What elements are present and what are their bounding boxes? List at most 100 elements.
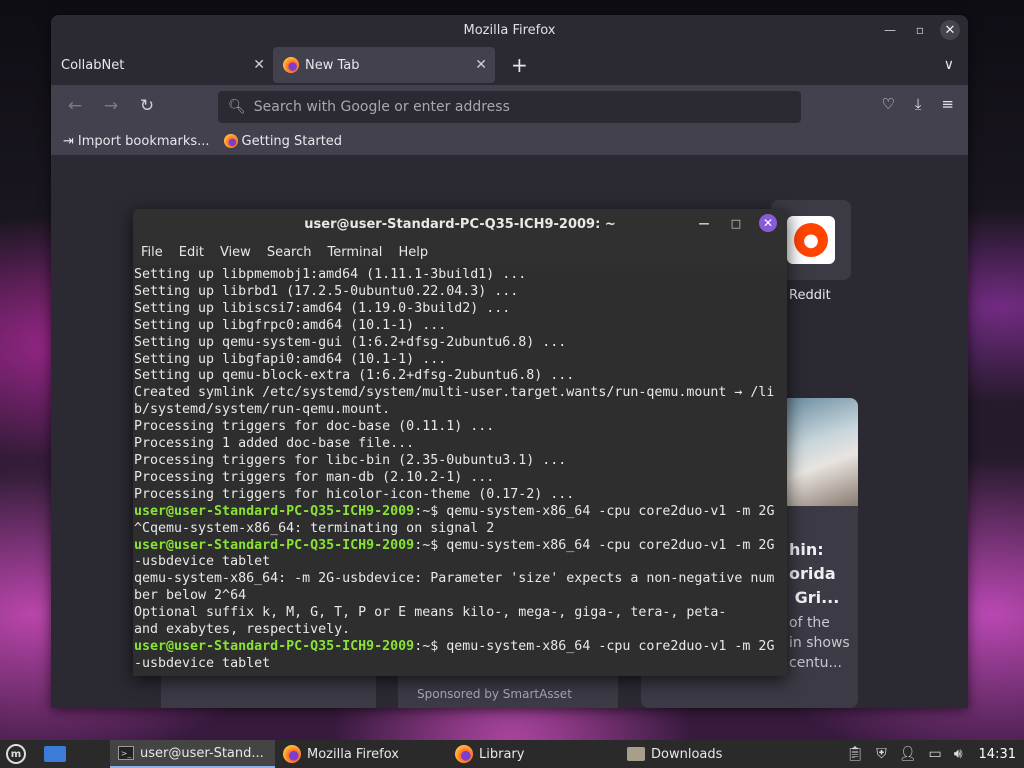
menu-help[interactable]: Help bbox=[398, 245, 428, 260]
terminal-line-text: Setting up qemu-system-gui (1:6.2+dfsg-2… bbox=[134, 334, 567, 350]
clock[interactable]: 14:31 bbox=[979, 747, 1016, 762]
start-menu-button[interactable]: m bbox=[0, 744, 32, 764]
firefox-icon bbox=[283, 745, 301, 763]
terminal-line: user@user-Standard-PC-Q35-ICH9-2009:~$ q… bbox=[134, 538, 787, 555]
menu-edit[interactable]: Edit bbox=[179, 245, 204, 260]
taskbar-firefox[interactable]: Mozilla Firefox bbox=[275, 740, 447, 768]
terminal-line-text: Optional suffix k, M, G, T, P or E means… bbox=[134, 605, 727, 621]
bookmark-label: Import bookmarks... bbox=[77, 133, 210, 149]
terminal-icon: >_ bbox=[118, 746, 134, 760]
terminal-line: Processing triggers for doc-base (0.11.1… bbox=[134, 419, 787, 436]
firefox-icon bbox=[223, 134, 238, 148]
minimize-icon: — bbox=[884, 23, 896, 37]
new-tab-button[interactable]: + bbox=[511, 53, 528, 77]
terminal-line-text: ber below 2^64 bbox=[134, 588, 247, 604]
tab-close-icon[interactable]: ✕ bbox=[475, 57, 487, 73]
reload-button[interactable]: ↻ bbox=[129, 96, 165, 116]
maximize-button[interactable]: □ bbox=[727, 214, 745, 232]
firefox-icon bbox=[283, 57, 299, 73]
bookmarks-toolbar: ⇥ Import bookmarks... Getting Started bbox=[51, 127, 968, 155]
story-card[interactable] bbox=[161, 675, 376, 708]
maximize-button[interactable]: ▫ bbox=[910, 20, 930, 40]
taskbar-downloads[interactable]: Downloads bbox=[619, 740, 749, 768]
terminal-line-text: Setting up libgfapi0:amd64 (10.1-1) ... bbox=[134, 351, 447, 367]
terminal-output[interactable]: Setting up libpmemobj1:amd64 (1.11.1-3bu… bbox=[133, 265, 787, 676]
terminal-line-text: Setting up libgfrpc0:amd64 (10.1-1) ... bbox=[134, 317, 447, 333]
maximize-icon: □ bbox=[730, 216, 742, 230]
story-title: hin: orida Gri... bbox=[789, 540, 840, 607]
terminal-line: -usbdevice tablet bbox=[134, 656, 787, 673]
tab-collabnet[interactable]: CollabNet ✕ bbox=[51, 47, 273, 83]
terminal-line-text: Created symlink /etc/systemd/system/mult… bbox=[134, 385, 775, 401]
terminal-line: Setting up librbd1 (17.2.5-0ubuntu0.22.0… bbox=[134, 284, 787, 301]
taskbar: m >_ user@user-Stand... Mozilla Firefox … bbox=[0, 740, 1024, 768]
tab-new-tab[interactable]: New Tab ✕ bbox=[273, 47, 495, 83]
linux-mint-icon: m bbox=[6, 744, 26, 764]
shield-icon[interactable]: ⛨ bbox=[876, 746, 887, 762]
system-tray: 📋︎ ⛨ 👤︎ ▭ 🔊︎ 14:31 bbox=[846, 746, 1016, 762]
terminal-line: Setting up libgfrpc0:amd64 (10.1-1) ... bbox=[134, 318, 787, 335]
terminal-line: Setting up libiscsi7:amd64 (1.19.0-3buil… bbox=[134, 301, 787, 318]
firefox-titlebar[interactable]: Mozilla Firefox — ▫ ✕ bbox=[51, 15, 968, 45]
bookmark-getting-started[interactable]: Getting Started bbox=[223, 133, 343, 149]
task-label: Library bbox=[479, 746, 525, 762]
terminal-line: Setting up libgfapi0:amd64 (10.1-1) ... bbox=[134, 352, 787, 369]
terminal-line: Processing triggers for hicolor-icon-the… bbox=[134, 487, 787, 504]
search-icon: 🔍︎ bbox=[228, 99, 246, 115]
close-icon: ✕ bbox=[762, 216, 774, 230]
tab-label: New Tab bbox=[305, 57, 360, 73]
downloads-icon[interactable]: ⤓ bbox=[915, 95, 922, 113]
terminal-line: ^Cqemu-system-x86_64: terminating on sig… bbox=[134, 521, 787, 538]
firefox-window-title: Mozilla Firefox bbox=[463, 22, 556, 38]
task-label: Downloads bbox=[651, 746, 723, 762]
terminal-line-text: Processing triggers for libc-bin (2.35-0… bbox=[134, 452, 567, 468]
folder-icon bbox=[627, 747, 645, 761]
terminal-titlebar[interactable]: user@user-Standard-PC-Q35-ICH9-2009: ~ —… bbox=[133, 209, 787, 239]
terminal-line-text: Processing triggers for doc-base (0.11.1… bbox=[134, 419, 495, 435]
shell-prompt: user@user-Standard-PC-Q35-ICH9-2009 bbox=[134, 503, 415, 519]
minimize-button[interactable]: — bbox=[695, 214, 713, 232]
terminal-line-text: :~$ qemu-system-x86_64 -cpu core2duo-v1 … bbox=[414, 537, 775, 553]
terminal-window: user@user-Standard-PC-Q35-ICH9-2009: ~ —… bbox=[133, 209, 787, 676]
import-icon: ⇥ bbox=[63, 133, 74, 149]
url-bar[interactable]: 🔍︎ Search with Google or enter address bbox=[218, 91, 801, 123]
url-placeholder: Search with Google or enter address bbox=[253, 99, 510, 115]
pocket-icon[interactable]: ♡ bbox=[881, 95, 894, 113]
terminal-line-text: Setting up librbd1 (17.2.5-0ubuntu0.22.0… bbox=[134, 283, 519, 299]
maximize-icon: ▫ bbox=[915, 23, 925, 37]
show-desktop-button[interactable] bbox=[44, 746, 66, 762]
taskbar-terminal[interactable]: >_ user@user-Stand... bbox=[110, 740, 275, 768]
back-button[interactable]: ← bbox=[57, 96, 93, 116]
story-image bbox=[786, 398, 858, 506]
terminal-line: Processing triggers for man-db (2.10.2-1… bbox=[134, 470, 787, 487]
minimize-button[interactable]: — bbox=[880, 20, 900, 40]
chevron-down-icon[interactable]: ∨ bbox=[944, 57, 954, 73]
task-label: Mozilla Firefox bbox=[307, 746, 399, 762]
volume-icon[interactable]: 🔊︎ bbox=[954, 746, 963, 762]
terminal-line: Setting up qemu-system-gui (1:6.2+dfsg-2… bbox=[134, 335, 787, 352]
menu-view[interactable]: View bbox=[220, 245, 251, 260]
tab-close-icon[interactable]: ✕ bbox=[253, 57, 265, 73]
network-icon[interactable]: ▭ bbox=[928, 746, 941, 762]
bookmark-import[interactable]: ⇥ Import bookmarks... bbox=[63, 134, 210, 149]
menu-file[interactable]: File bbox=[141, 245, 163, 260]
story-excerpt: of the in shows centu... bbox=[789, 615, 850, 671]
terminal-line: Setting up qemu-block-extra (1:6.2+dfsg-… bbox=[134, 368, 787, 385]
terminal-line: user@user-Standard-PC-Q35-ICH9-2009:~$ q… bbox=[134, 639, 787, 656]
bookmark-label: Getting Started bbox=[241, 133, 343, 149]
forward-button[interactable]: → bbox=[93, 96, 129, 116]
close-button[interactable]: ✕ bbox=[759, 214, 777, 232]
menu-search[interactable]: Search bbox=[267, 245, 312, 260]
menu-terminal[interactable]: Terminal bbox=[327, 245, 382, 260]
menu-icon[interactable]: ≡ bbox=[941, 95, 954, 113]
terminal-line: Created symlink /etc/systemd/system/mult… bbox=[134, 385, 787, 402]
user-icon[interactable]: 👤︎ bbox=[899, 746, 917, 762]
clipboard-icon[interactable]: 📋︎ bbox=[846, 746, 864, 762]
firefox-icon bbox=[455, 745, 473, 763]
close-button[interactable]: ✕ bbox=[940, 20, 960, 40]
minimize-icon: — bbox=[698, 216, 710, 230]
terminal-line: qemu-system-x86_64: -m 2G-usbdevice: Par… bbox=[134, 571, 787, 588]
terminal-line-text: Setting up qemu-block-extra (1:6.2+dfsg-… bbox=[134, 368, 575, 384]
terminal-line: ber below 2^64 bbox=[134, 588, 787, 605]
taskbar-library[interactable]: Library bbox=[447, 740, 619, 768]
